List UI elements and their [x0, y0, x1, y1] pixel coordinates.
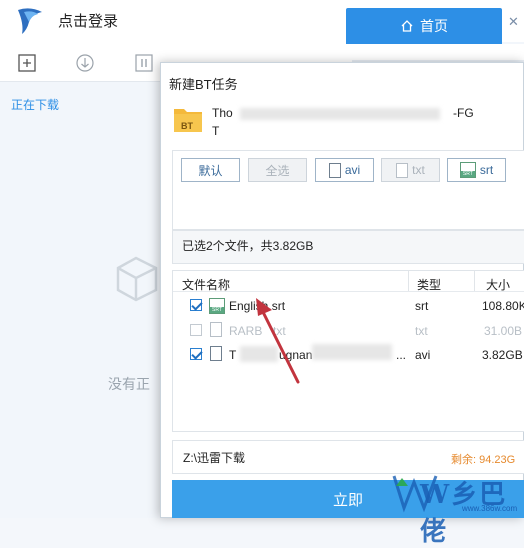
- torrent-name: Tho: [212, 106, 233, 120]
- file-size: 3.82GB: [482, 348, 523, 362]
- close-tab-icon[interactable]: ✕: [508, 14, 524, 30]
- bt-folder-label: BT: [181, 121, 193, 131]
- srt-file-icon: [459, 162, 476, 178]
- save-path: Z:\迅雷下载: [183, 451, 245, 465]
- filter-select-all-button[interactable]: 全选: [248, 158, 307, 182]
- document-icon: [328, 162, 341, 178]
- download-icon[interactable]: [76, 54, 94, 72]
- sidebar-item-downloading[interactable]: 正在下载: [11, 96, 59, 113]
- document-icon: [396, 162, 409, 178]
- filter-select-all-label: 全选: [265, 163, 290, 178]
- document-icon: [210, 346, 222, 361]
- login-link[interactable]: 点击登录: [58, 10, 118, 31]
- thunder-logo-icon: [18, 8, 42, 34]
- red-arrow-icon: [256, 298, 300, 384]
- file-type: avi: [415, 348, 431, 362]
- file-type: srt: [415, 299, 429, 313]
- tab-home[interactable]: 首页: [346, 8, 502, 44]
- filter-srt-label: srt: [479, 163, 494, 177]
- redacted-name: [312, 344, 392, 360]
- filter-avi-label: avi: [344, 163, 361, 177]
- document-icon: [210, 322, 222, 337]
- filter-avi-button[interactable]: avi: [315, 158, 374, 182]
- home-icon: [401, 20, 413, 32]
- torrent-name-suffix: -FG: [453, 106, 474, 120]
- filter-default-button[interactable]: 默认: [181, 158, 240, 182]
- srt-file-icon: [209, 298, 225, 314]
- new-task-icon[interactable]: [18, 54, 36, 72]
- filter-txt-button[interactable]: txt: [381, 158, 440, 182]
- free-space-label: 剩余: 94.23G: [451, 454, 516, 466]
- file-name: T: [229, 348, 237, 362]
- file-type: txt: [415, 324, 428, 338]
- filter-txt-label: txt: [412, 163, 425, 177]
- start-download-label: 立即: [332, 491, 363, 509]
- watermark-url: www.386w.com: [462, 504, 518, 513]
- empty-state-text: 没有正: [108, 376, 150, 392]
- file-size: 108.80K: [482, 299, 524, 313]
- row-checkbox[interactable]: [190, 324, 202, 336]
- filter-default-label: 默认: [198, 163, 223, 178]
- dialog-title: 新建BT任务: [169, 77, 238, 92]
- row-checkbox[interactable]: [190, 299, 202, 311]
- torrent-name-line2: T: [212, 124, 220, 138]
- redacted-name: [240, 108, 440, 120]
- selected-summary: 已选2个文件，共3.82GB: [182, 239, 314, 253]
- column-divider: [408, 270, 409, 292]
- pause-icon[interactable]: [135, 54, 153, 72]
- file-name-ellipsis: ...: [396, 348, 407, 362]
- tab-home-label: 首页: [420, 18, 448, 34]
- file-size: 31.00B: [484, 324, 523, 338]
- column-divider: [474, 270, 475, 292]
- row-checkbox[interactable]: [190, 348, 202, 360]
- header-divider: [173, 291, 524, 292]
- filter-srt-button[interactable]: srt: [447, 158, 506, 182]
- empty-box-icon: [116, 256, 158, 302]
